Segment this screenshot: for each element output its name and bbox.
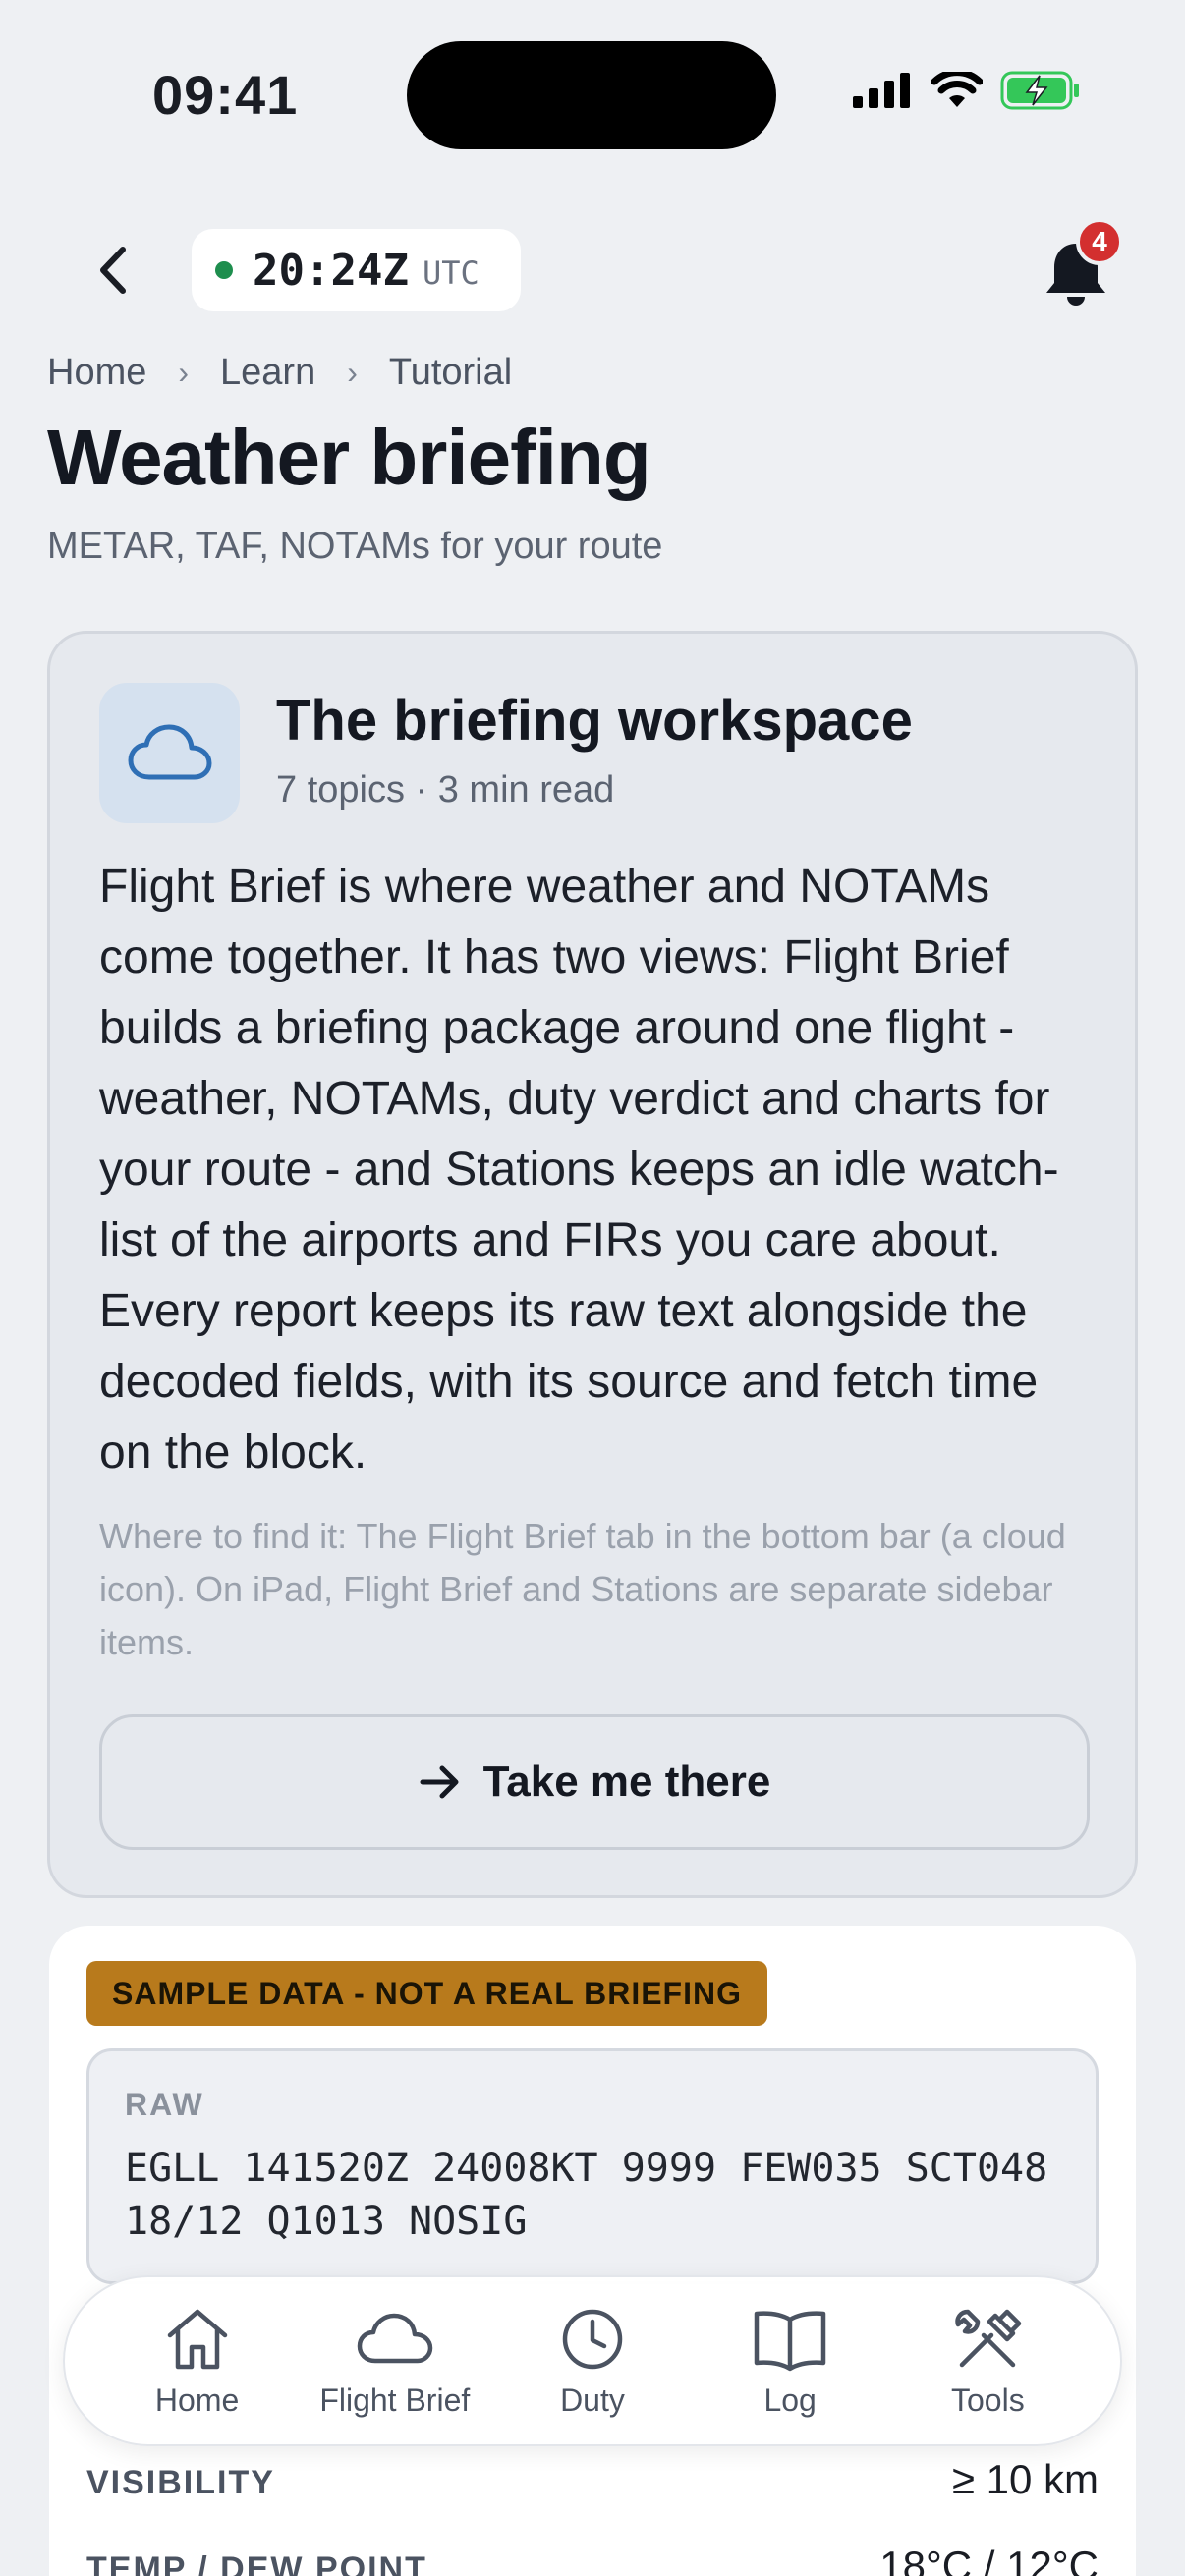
card-title: The briefing workspace — [276, 689, 913, 753]
tab-label: Tools — [950, 2381, 1025, 2418]
tab-duty[interactable]: Duty — [499, 2304, 686, 2419]
tab-label: Flight Brief — [319, 2381, 471, 2418]
clock-icon — [562, 2309, 623, 2369]
tab-label: Home — [154, 2381, 240, 2418]
breadcrumb-home[interactable]: Home — [47, 352, 146, 394]
book-icon — [754, 2310, 826, 2371]
breadcrumb-learn[interactable]: Learn — [220, 352, 315, 394]
cellular-signal-icon — [853, 73, 910, 108]
dynamic-island — [407, 41, 776, 149]
decoded-field-value: 18°C / 12°C — [879, 2543, 1099, 2576]
utc-clock: 20:24Z UTC — [192, 229, 521, 311]
tab-home[interactable]: Home — [104, 2304, 291, 2419]
sample-metar-panel: SAMPLE DATA - NOT A REAL BRIEFING RAW EG… — [49, 1926, 1136, 2576]
raw-label: RAW — [125, 2087, 204, 2122]
bottom-tab-bar: Home Flight Brief Duty Log Tools — [63, 2275, 1122, 2446]
utc-time: 20:24Z — [253, 245, 409, 296]
breadcrumb: Home › Learn › Tutorial — [47, 352, 512, 394]
status-icons — [853, 71, 1081, 110]
card-body: Flight Brief is where weather and NOTAMs… — [99, 861, 1059, 1479]
decoded-row-visibility: VISIBILITY ≥ 10 km — [86, 2456, 1099, 2503]
status-time: 09:41 — [152, 64, 299, 126]
raw-report-box: RAW EGLL 141520Z 24008KT 9999 FEW035 SCT… — [86, 2048, 1099, 2284]
notification-badge: 4 — [1076, 218, 1123, 265]
tutorial-card: The briefing workspace 7 topics · 3 min … — [47, 631, 1138, 1898]
card-icon-tile — [99, 683, 240, 823]
raw-metar-text: EGLL 141520Z 24008KT 9999 FEW035 SCT048 … — [125, 2146, 1048, 2244]
breadcrumb-tutorial[interactable]: Tutorial — [389, 352, 512, 394]
tab-tools[interactable]: Tools — [894, 2304, 1081, 2419]
decoded-field-label: VISIBILITY — [86, 2464, 275, 2501]
back-button[interactable] — [79, 236, 147, 305]
live-status-dot — [215, 261, 233, 279]
chevron-right-icon: › — [347, 355, 358, 390]
decoded-row-temp-dew: TEMP / DEW POINT 18°C / 12°C — [86, 2543, 1099, 2576]
home-icon — [167, 2309, 227, 2369]
wifi-icon — [931, 72, 983, 107]
battery-charging-icon — [1000, 71, 1079, 110]
tab-label: Log — [763, 2381, 817, 2418]
cloud-icon — [128, 724, 211, 779]
take-me-there-label: Take me there — [482, 1758, 771, 1806]
utc-label: UTC — [422, 254, 480, 292]
tab-label: Duty — [560, 2381, 625, 2418]
status-bar: 09:41 — [0, 0, 1185, 187]
sample-data-badge: SAMPLE DATA - NOT A REAL BRIEFING — [86, 1961, 767, 2026]
tab-log[interactable]: Log — [697, 2304, 883, 2419]
tools-icon — [955, 2309, 1022, 2367]
tab-flight-brief[interactable]: Flight Brief — [302, 2304, 488, 2419]
take-me-there-button[interactable]: Take me there — [99, 1714, 1090, 1850]
chevron-left-icon — [100, 247, 126, 294]
chevron-right-icon: › — [178, 355, 190, 390]
card-hint: Where to find it: The Flight Brief tab i… — [99, 1516, 1066, 1662]
page-title: Weather briefing — [47, 414, 651, 501]
cloud-icon — [357, 2313, 433, 2363]
card-meta: 7 topics · 3 min read — [276, 769, 615, 811]
page-subtitle: METAR, TAF, NOTAMs for your route — [47, 526, 663, 567]
decoded-field-value: ≥ 10 km — [951, 2456, 1099, 2502]
arrow-right-icon — [420, 1765, 459, 1799]
decoded-field-label: TEMP / DEW POINT — [86, 2550, 427, 2576]
